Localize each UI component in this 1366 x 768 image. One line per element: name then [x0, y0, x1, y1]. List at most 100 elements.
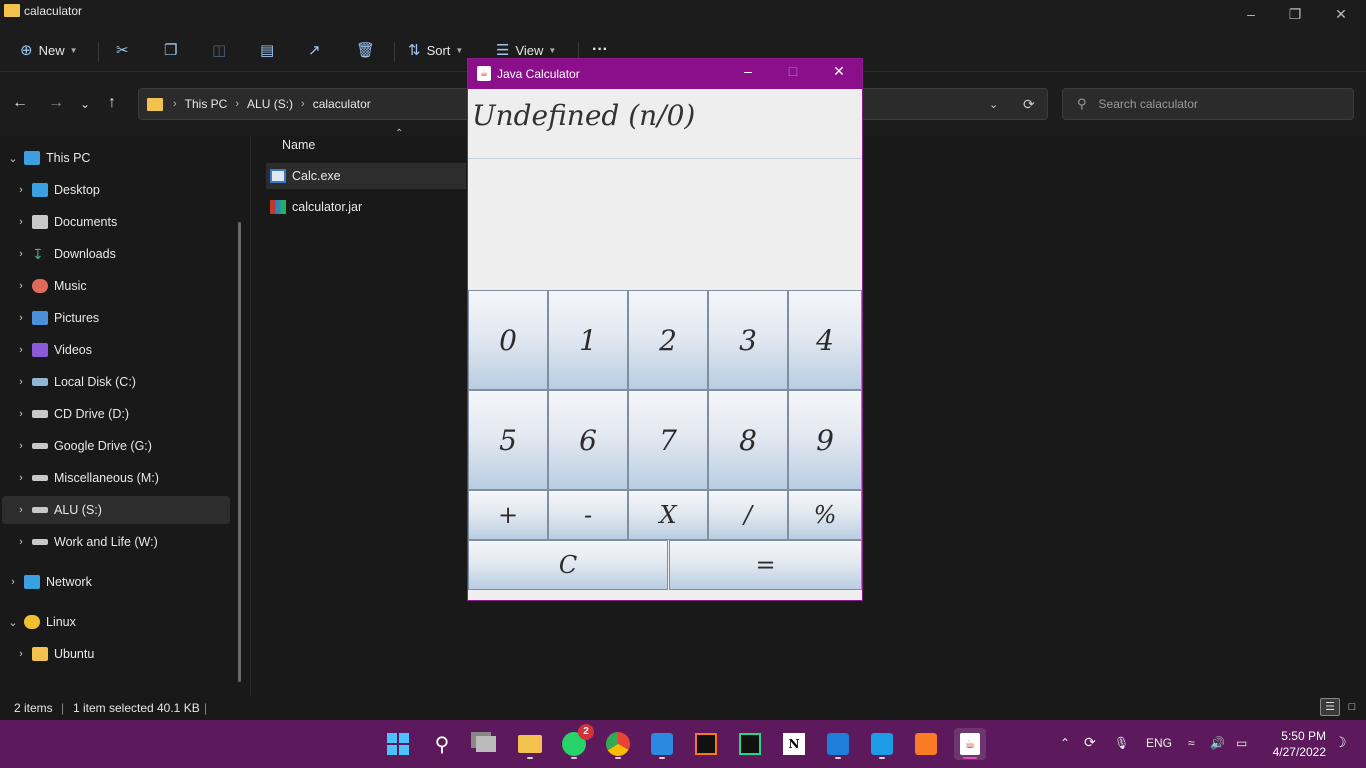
key-add[interactable]: +: [468, 490, 548, 540]
chevron-right-icon[interactable]: ›: [14, 248, 28, 260]
copy-button[interactable]: ❐: [164, 36, 183, 64]
chevron-up-icon[interactable]: ⌃: [1060, 736, 1070, 750]
share-button[interactable]: ↗: [308, 36, 327, 64]
sidebar-item-music[interactable]: › Music: [14, 272, 246, 300]
chevron-right-icon[interactable]: ›: [14, 280, 28, 292]
key-percent[interactable]: %: [788, 490, 862, 540]
breadcrumb-alu[interactable]: ALU (S:): [247, 97, 293, 111]
task-view-button[interactable]: [470, 728, 502, 760]
key-3[interactable]: 3: [708, 290, 788, 390]
chevron-right-icon[interactable]: ›: [14, 312, 28, 324]
taskbar-pycharm[interactable]: [734, 728, 766, 760]
sync-icon[interactable]: ⟳: [1084, 734, 1096, 751]
key-8[interactable]: 8: [708, 390, 788, 490]
taskbar-notion[interactable]: N: [778, 728, 810, 760]
taskbar-whatsapp[interactable]: 2: [558, 724, 594, 760]
taskbar-send[interactable]: [866, 728, 898, 760]
start-button[interactable]: [382, 728, 414, 760]
breadcrumb-this-pc[interactable]: This PC: [185, 97, 228, 111]
battery-icon[interactable]: ▭: [1236, 736, 1247, 750]
sidebar-item-downloads[interactable]: › ↧ Downloads: [14, 240, 246, 268]
chevron-right-icon[interactable]: ›: [14, 216, 28, 228]
taskbar-intellij[interactable]: [690, 728, 722, 760]
chevron-right-icon[interactable]: ›: [14, 440, 28, 452]
key-2[interactable]: 2: [628, 290, 708, 390]
calc-maximize-button[interactable]: □: [773, 63, 813, 79]
delete-button[interactable]: 🗑: [356, 36, 381, 64]
key-divide[interactable]: /: [708, 490, 788, 540]
close-button[interactable]: ✕: [1318, 0, 1364, 28]
search-button[interactable]: ⚲: [426, 728, 458, 760]
clock[interactable]: 5:50 PM 4/27/2022: [1266, 728, 1326, 760]
file-row-calc-exe[interactable]: Calc.exe: [266, 163, 466, 189]
rename-button[interactable]: ▤: [260, 36, 280, 64]
sidebar-item-pictures[interactable]: › Pictures: [14, 304, 246, 332]
paste-button[interactable]: ◫: [212, 36, 232, 64]
chevron-right-icon[interactable]: ›: [14, 648, 28, 660]
maximize-button[interactable]: ❐: [1272, 0, 1318, 28]
sidebar-item-cd-drive[interactable]: › CD Drive (D:): [14, 400, 246, 428]
sidebar-item-work-and-life[interactable]: › Work and Life (W:): [14, 528, 246, 556]
volume-icon[interactable]: 🔊: [1210, 736, 1225, 750]
sidebar-item-google-drive[interactable]: › Google Drive (G:): [14, 432, 246, 460]
taskbar-xampp[interactable]: [910, 728, 942, 760]
key-subtract[interactable]: -: [548, 490, 628, 540]
key-7[interactable]: 7: [628, 390, 708, 490]
breadcrumb-calaculator[interactable]: calaculator: [313, 97, 371, 111]
focus-assist-icon[interactable]: ☽: [1334, 734, 1347, 751]
key-clear[interactable]: C: [468, 540, 668, 590]
calc-close-button[interactable]: ✕: [819, 63, 859, 80]
cut-button[interactable]: ✂: [116, 36, 135, 64]
minimize-button[interactable]: –: [1228, 0, 1274, 28]
calc-minimize-button[interactable]: –: [728, 63, 768, 79]
new-button[interactable]: ⊕ New ▼: [20, 36, 78, 64]
sidebar-item-this-pc[interactable]: ⌄ This PC: [6, 144, 238, 172]
key-multiply[interactable]: X: [628, 490, 708, 540]
key-0[interactable]: 0: [468, 290, 548, 390]
sidebar-scrollbar[interactable]: [238, 222, 241, 682]
taskbar-vscode[interactable]: [646, 728, 678, 760]
chevron-down-icon[interactable]: ⌄: [6, 616, 20, 629]
chevron-right-icon[interactable]: ›: [14, 472, 28, 484]
chevron-right-icon[interactable]: ›: [6, 576, 20, 588]
chevron-right-icon[interactable]: ›: [14, 376, 28, 388]
recent-chevron-icon[interactable]: ⌄: [80, 97, 90, 111]
sidebar-item-network[interactable]: › Network: [6, 568, 238, 596]
sidebar-item-linux[interactable]: ⌄ Linux: [6, 608, 238, 636]
taskbar-java[interactable]: ☕: [954, 728, 986, 760]
wifi-icon[interactable]: ≈: [1188, 736, 1195, 750]
taskbar-chrome[interactable]: [602, 728, 634, 760]
microphone-icon[interactable]: 🎙: [1114, 736, 1129, 750]
key-5[interactable]: 5: [468, 390, 548, 490]
taskbar-media-player[interactable]: [822, 728, 854, 760]
key-equals[interactable]: =: [669, 540, 862, 590]
sidebar-item-documents[interactable]: › Documents: [14, 208, 246, 236]
chevron-right-icon[interactable]: ›: [14, 408, 28, 420]
column-header-name[interactable]: Name: [282, 138, 315, 152]
sidebar-item-ubuntu[interactable]: › Ubuntu: [14, 640, 246, 668]
key-1[interactable]: 1: [548, 290, 628, 390]
chevron-right-icon[interactable]: ›: [14, 536, 28, 548]
chevron-down-icon[interactable]: ⌄: [6, 152, 20, 165]
forward-arrow-icon[interactable]: →: [48, 94, 64, 112]
sidebar-item-local-disk[interactable]: › Local Disk (C:): [14, 368, 246, 396]
sidebar-item-videos[interactable]: › Videos: [14, 336, 246, 364]
tiles-view-button[interactable]: □: [1342, 698, 1362, 716]
sidebar-item-alu[interactable]: › ALU (S:): [2, 496, 230, 524]
taskbar-file-explorer[interactable]: [514, 728, 546, 760]
sidebar-item-desktop[interactable]: › Desktop: [14, 176, 246, 204]
sidebar-item-miscellaneous[interactable]: › Miscellaneous (M:): [14, 464, 246, 492]
address-dropdown-icon[interactable]: ⌄: [989, 98, 998, 111]
key-6[interactable]: 6: [548, 390, 628, 490]
chevron-right-icon[interactable]: ›: [14, 184, 28, 196]
language-indicator[interactable]: ENG: [1146, 736, 1172, 750]
key-9[interactable]: 9: [788, 390, 862, 490]
sort-button[interactable]: ⇅ Sort ▼: [408, 36, 463, 64]
details-view-button[interactable]: ☰: [1320, 698, 1340, 716]
key-4[interactable]: 4: [788, 290, 862, 390]
file-row-calculator-jar[interactable]: calculator.jar: [266, 194, 466, 220]
up-arrow-icon[interactable]: ↑: [108, 94, 116, 112]
chevron-right-icon[interactable]: ›: [14, 344, 28, 356]
back-arrow-icon[interactable]: ←: [12, 94, 28, 112]
search-input[interactable]: ⚲ Search calaculator: [1062, 88, 1354, 120]
